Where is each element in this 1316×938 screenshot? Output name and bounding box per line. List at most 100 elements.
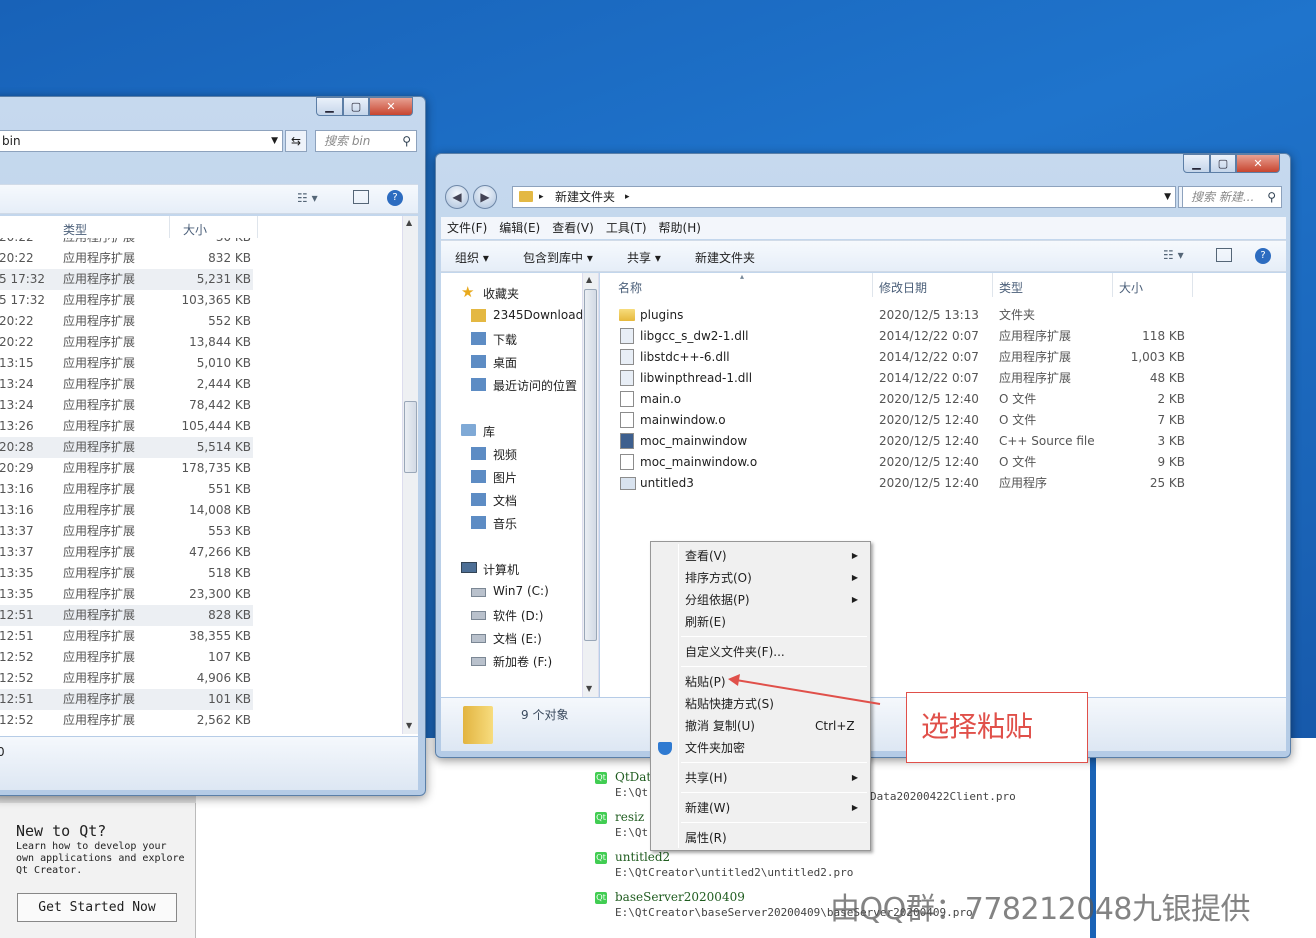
table-row[interactable]: 13:16 应用程序扩展 14,008 KB	[0, 500, 253, 521]
address-bar[interactable]: bin ▼	[0, 130, 283, 152]
menu-item[interactable]: 查看(V)	[546, 217, 600, 239]
table-row[interactable]: 12:51 应用程序扩展 38,355 KB	[0, 626, 253, 647]
table-row[interactable]: 20:29 应用程序扩展 178,735 KB	[0, 458, 253, 479]
menu-item[interactable]: 工具(T)	[600, 217, 653, 239]
table-row[interactable]: 13:37 应用程序扩展 47,266 KB	[0, 542, 253, 563]
table-row[interactable]: 12:52 应用程序扩展 107 KB	[0, 647, 253, 668]
organize-button[interactable]: 组织 ▾	[455, 249, 489, 266]
table-row[interactable]: 5 17:32 应用程序扩展 103,365 KB	[0, 290, 253, 311]
qt-project-name[interactable]: baseServer20200409	[615, 890, 745, 904]
nav-scrollbar[interactable]: ▲ ▼	[582, 273, 598, 697]
file-row[interactable]: libwinpthread-1.dll 2014/12/22 0:07 应用程序扩展…	[600, 368, 1200, 389]
nav-computer-label: 计算机	[483, 563, 520, 577]
file-row[interactable]: libgcc_s_dw2-1.dll 2014/12/22 0:07 应用程序扩展 1…	[600, 326, 1200, 347]
dll-icon	[620, 370, 634, 386]
share-button[interactable]: 共享 ▾	[627, 249, 661, 266]
file-row[interactable]: moc_mainwindow.o 2020/12/5 12:40 O 文件 9 KB	[600, 452, 1200, 473]
status-bar: 0	[0, 737, 418, 790]
qt-project-name[interactable]: resiz	[615, 810, 644, 824]
menu-item-5[interactable]: 自定义文件夹(F)...	[653, 641, 868, 663]
menu-item-9[interactable]: 撤消 复制(U) Ctrl+Z	[653, 715, 868, 737]
help-icon[interactable]: ?	[387, 190, 403, 206]
table-row[interactable]: 13:35 应用程序扩展 518 KB	[0, 563, 253, 584]
chevron-down-icon[interactable]: ▼	[271, 131, 278, 151]
search-icon[interactable]: ⚲	[1267, 187, 1276, 207]
breadcrumb-arrow-icon[interactable]: ▸	[625, 187, 630, 207]
menu-item-10[interactable]: 文件夹加密	[653, 737, 868, 759]
view-options-icon[interactable]: ☷ ▾	[1163, 248, 1184, 262]
menu-item-2[interactable]: 分组依据(P) ▶	[653, 589, 868, 611]
maximize-button[interactable]: ▢	[1210, 154, 1236, 173]
breadcrumb[interactable]: 新建文件夹	[555, 187, 615, 207]
column-type[interactable]: 类型	[999, 279, 1023, 296]
view-options-icon[interactable]: ☷ ▾	[297, 191, 318, 205]
table-row[interactable]: 13:24 应用程序扩展 2,444 KB	[0, 374, 253, 395]
row-type: 应用程序扩展	[63, 461, 136, 475]
table-row[interactable]: 13:15 应用程序扩展 5,010 KB	[0, 353, 253, 374]
column-type[interactable]: 类型	[63, 221, 87, 238]
qt-project-name[interactable]: untitled2	[615, 850, 670, 864]
include-library-button[interactable]: 包含到库中 ▾	[523, 249, 593, 266]
table-row[interactable]: 20:22 应用程序扩展 30 KB	[0, 238, 253, 248]
search-input[interactable]: 搜索 新建... ⚲	[1182, 186, 1282, 208]
row-date: 20:22	[0, 314, 34, 328]
file-row[interactable]: moc_mainwindow 2020/12/5 12:40 C++ Source …	[600, 431, 1200, 452]
menu-item-0[interactable]: 查看(V) ▶	[653, 545, 868, 567]
table-row[interactable]: 12:52 应用程序扩展 4,906 KB	[0, 668, 253, 689]
chevron-down-icon[interactable]: ▼	[1164, 187, 1171, 207]
close-button[interactable]: ✕	[1236, 154, 1280, 173]
new-folder-button[interactable]: 新建文件夹	[695, 249, 755, 266]
row-type: 应用程序扩展	[63, 440, 136, 454]
help-icon[interactable]: ?	[1255, 248, 1271, 264]
scroll-thumb[interactable]	[404, 401, 417, 473]
file-row[interactable]: main.o 2020/12/5 12:40 O 文件 2 KB	[600, 389, 1200, 410]
menu-item[interactable]: 文件(F)	[441, 217, 493, 239]
address-bar[interactable]: ▸ 新建文件夹 ▸ ▼	[512, 186, 1176, 208]
column-size[interactable]: 大小	[1119, 279, 1143, 296]
row-date: 20:29	[0, 461, 34, 475]
file-row[interactable]: untitled3 2020/12/5 12:40 应用程序 25 KB	[600, 473, 1200, 494]
scroll-thumb[interactable]	[584, 289, 597, 641]
refresh-icon[interactable]: ⇆	[285, 130, 307, 152]
table-row[interactable]: 13:35 应用程序扩展 23,300 KB	[0, 584, 253, 605]
menu-item-1[interactable]: 排序方式(O) ▶	[653, 567, 868, 589]
table-row[interactable]: 12:51 应用程序扩展 101 KB	[0, 689, 253, 710]
column-size[interactable]: 大小	[183, 221, 207, 238]
file-row[interactable]: mainwindow.o 2020/12/5 12:40 O 文件 7 KB	[600, 410, 1200, 431]
table-row[interactable]: 20:22 应用程序扩展 13,844 KB	[0, 332, 253, 353]
menu-item-16[interactable]: 属性(R)	[653, 827, 868, 849]
maximize-button[interactable]: ▢	[343, 97, 369, 116]
table-row[interactable]: 20:22 应用程序扩展 832 KB	[0, 248, 253, 269]
table-row[interactable]: 13:26 应用程序扩展 105,444 KB	[0, 416, 253, 437]
get-started-button[interactable]: Get Started Now	[17, 893, 177, 922]
file-row[interactable]: libstdc++-6.dll 2014/12/22 0:07 应用程序扩展 1,00…	[600, 347, 1200, 368]
menu-item[interactable]: 帮助(H)	[653, 217, 707, 239]
close-button[interactable]: ✕	[369, 97, 413, 116]
table-row[interactable]: 13:16 应用程序扩展 551 KB	[0, 479, 253, 500]
table-row[interactable]: 12:52 应用程序扩展 2,562 KB	[0, 710, 253, 731]
forward-icon[interactable]: ▶	[473, 185, 497, 209]
table-row[interactable]: 5 17:32 应用程序扩展 5,231 KB	[0, 269, 253, 290]
table-row[interactable]: 13:24 应用程序扩展 78,442 KB	[0, 395, 253, 416]
search-icon[interactable]: ⚲	[402, 131, 411, 151]
back-icon[interactable]: ◀	[445, 185, 469, 209]
search-input[interactable]: 搜索 bin ⚲	[315, 130, 417, 152]
menu-item-12[interactable]: 共享(H) ▶	[653, 767, 868, 789]
menu-item-14[interactable]: 新建(W) ▶	[653, 797, 868, 819]
qt-project-name[interactable]: QtDat	[615, 770, 651, 784]
table-row[interactable]: 13:37 应用程序扩展 553 KB	[0, 521, 253, 542]
column-date[interactable]: 修改日期	[879, 279, 927, 296]
menu-item[interactable]: 编辑(E)	[493, 217, 546, 239]
table-row[interactable]: 20:28 应用程序扩展 5,514 KB	[0, 437, 253, 458]
preview-pane-icon[interactable]	[353, 190, 369, 204]
minimize-button[interactable]: ▁	[1183, 154, 1210, 173]
vertical-scrollbar[interactable]: ▲ ▼	[402, 216, 418, 734]
column-name[interactable]: 名称	[618, 279, 642, 296]
table-row[interactable]: 12:51 应用程序扩展 828 KB	[0, 605, 253, 626]
minimize-button[interactable]: ▁	[316, 97, 343, 116]
file-row[interactable]: plugins 2020/12/5 13:13 文件夹	[600, 305, 1200, 326]
menu-item-3[interactable]: 刷新(E)	[653, 611, 868, 633]
preview-pane-icon[interactable]	[1216, 248, 1232, 262]
table-row[interactable]: 20:22 应用程序扩展 552 KB	[0, 311, 253, 332]
breadcrumb-arrow-icon[interactable]: ▸	[539, 187, 544, 207]
